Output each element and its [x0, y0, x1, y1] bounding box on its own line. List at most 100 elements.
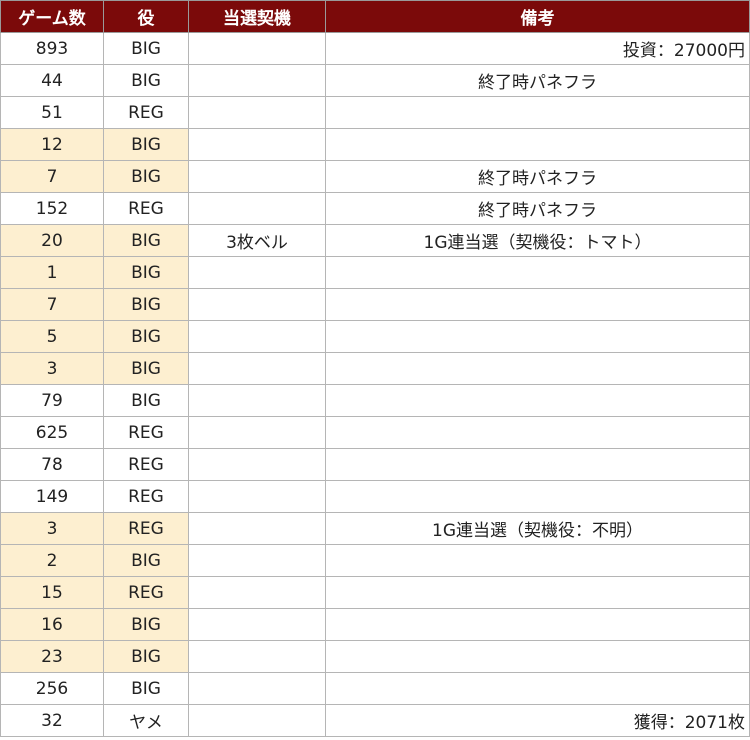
- note-cell: [325, 320, 750, 353]
- note-cell: [325, 480, 750, 513]
- games-cell: 149: [0, 480, 104, 513]
- games-cell: 7: [0, 288, 104, 321]
- trigger-cell: [188, 480, 326, 513]
- table-row: 3 BIG: [0, 352, 750, 385]
- note-cell: [325, 544, 750, 577]
- trigger-cell: [188, 256, 326, 289]
- role-cell: BIG: [103, 32, 189, 65]
- role-cell: BIG: [103, 256, 189, 289]
- note-cell: [325, 608, 750, 641]
- trigger-cell: [188, 640, 326, 673]
- note-cell: 獲得：2071枚: [325, 704, 750, 737]
- table-row: 256 BIG: [0, 672, 750, 705]
- role-cell: BIG: [103, 288, 189, 321]
- role-cell: REG: [103, 576, 189, 609]
- table-row: 152 REG 終了時パネフラ: [0, 192, 750, 225]
- trigger-cell: [188, 672, 326, 705]
- table-row: 51 REG: [0, 96, 750, 129]
- trigger-cell: [188, 32, 326, 65]
- games-cell: 44: [0, 64, 104, 97]
- games-cell: 256: [0, 672, 104, 705]
- note-cell: [325, 672, 750, 705]
- note-cell: 終了時パネフラ: [325, 64, 750, 97]
- games-cell: 7: [0, 160, 104, 193]
- role-cell: BIG: [103, 640, 189, 673]
- role-cell: ヤメ: [103, 704, 189, 737]
- table-row: 78 REG: [0, 448, 750, 481]
- trigger-cell: [188, 288, 326, 321]
- table-row: 3 REG 1G連当選（契機役：不明）: [0, 512, 750, 545]
- role-cell: BIG: [103, 384, 189, 417]
- games-cell: 2: [0, 544, 104, 577]
- table-row: 20 BIG 3枚ベル 1G連当選（契機役：トマト）: [0, 224, 750, 257]
- trigger-cell: [188, 96, 326, 129]
- trigger-cell: [188, 352, 326, 385]
- role-cell: BIG: [103, 160, 189, 193]
- role-cell: BIG: [103, 320, 189, 353]
- header-row: ゲーム数 役 当選契機 備考: [0, 0, 750, 33]
- role-cell: REG: [103, 480, 189, 513]
- trigger-cell: [188, 416, 326, 449]
- note-cell: [325, 416, 750, 449]
- games-cell: 51: [0, 96, 104, 129]
- trigger-cell: [188, 544, 326, 577]
- trigger-cell: 3枚ベル: [188, 224, 326, 257]
- role-cell: BIG: [103, 544, 189, 577]
- trigger-cell: [188, 128, 326, 161]
- note-cell: 終了時パネフラ: [325, 192, 750, 225]
- table-row: 7 BIG: [0, 288, 750, 321]
- table-row: 893 BIG 投資：27000円: [0, 32, 750, 65]
- games-cell: 12: [0, 128, 104, 161]
- note-cell: [325, 640, 750, 673]
- header-trigger: 当選契機: [188, 0, 326, 33]
- games-cell: 79: [0, 384, 104, 417]
- role-cell: REG: [103, 96, 189, 129]
- table-row: 149 REG: [0, 480, 750, 513]
- games-cell: 15: [0, 576, 104, 609]
- role-cell: REG: [103, 416, 189, 449]
- trigger-cell: [188, 192, 326, 225]
- role-cell: BIG: [103, 128, 189, 161]
- table-row: 15 REG: [0, 576, 750, 609]
- note-cell: [325, 352, 750, 385]
- table-row: 79 BIG: [0, 384, 750, 417]
- header-games: ゲーム数: [0, 0, 104, 33]
- note-cell: [325, 128, 750, 161]
- note-cell: 投資：27000円: [325, 32, 750, 65]
- trigger-cell: [188, 320, 326, 353]
- table-row: 16 BIG: [0, 608, 750, 641]
- trigger-cell: [188, 576, 326, 609]
- games-cell: 20: [0, 224, 104, 257]
- note-cell: [325, 96, 750, 129]
- trigger-cell: [188, 384, 326, 417]
- table-row: 5 BIG: [0, 320, 750, 353]
- trigger-cell: [188, 608, 326, 641]
- note-cell: [325, 448, 750, 481]
- games-cell: 16: [0, 608, 104, 641]
- table-row: 1 BIG: [0, 256, 750, 289]
- trigger-cell: [188, 512, 326, 545]
- trigger-cell: [188, 704, 326, 737]
- note-cell: [325, 384, 750, 417]
- table-row: 44 BIG 終了時パネフラ: [0, 64, 750, 97]
- table-row: 2 BIG: [0, 544, 750, 577]
- header-role: 役: [103, 0, 189, 33]
- trigger-cell: [188, 448, 326, 481]
- table-row: 32 ヤメ 獲得：2071枚: [0, 704, 750, 737]
- note-cell: 1G連当選（契機役：不明）: [325, 512, 750, 545]
- note-cell: 1G連当選（契機役：トマト）: [325, 224, 750, 257]
- table-row: 625 REG: [0, 416, 750, 449]
- role-cell: BIG: [103, 672, 189, 705]
- header-notes: 備考: [325, 0, 750, 33]
- games-cell: 5: [0, 320, 104, 353]
- trigger-cell: [188, 160, 326, 193]
- games-cell: 625: [0, 416, 104, 449]
- note-cell: [325, 576, 750, 609]
- games-cell: 893: [0, 32, 104, 65]
- games-cell: 3: [0, 352, 104, 385]
- games-cell: 23: [0, 640, 104, 673]
- role-cell: BIG: [103, 352, 189, 385]
- role-cell: BIG: [103, 224, 189, 257]
- trigger-cell: [188, 64, 326, 97]
- note-cell: [325, 288, 750, 321]
